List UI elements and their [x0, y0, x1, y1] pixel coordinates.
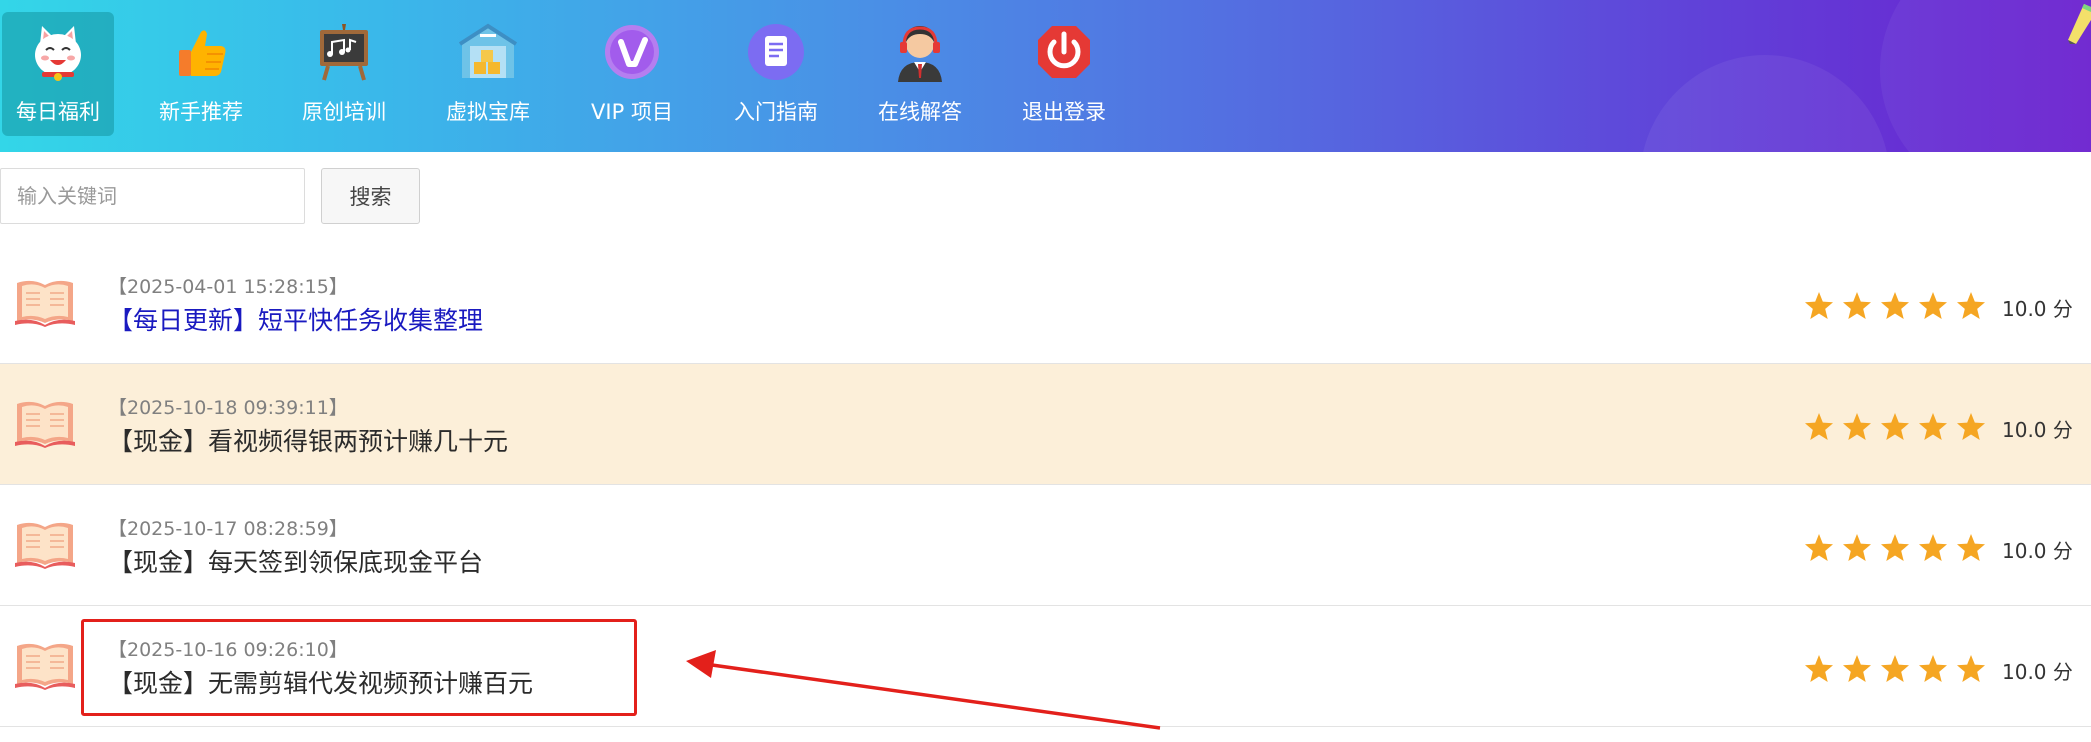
star-icon	[1881, 655, 1909, 682]
star-icon	[1843, 292, 1871, 319]
vip-icon	[605, 25, 659, 79]
star-icon	[1919, 413, 1947, 440]
list-item-title-link[interactable]: 【现金】每天签到领保底现金平台	[108, 543, 483, 579]
nav-item-label: 每日福利	[16, 100, 100, 124]
star-icon	[1843, 534, 1871, 561]
star-icon	[1957, 292, 1985, 319]
nav-item-original-training[interactable]: 原创培训	[288, 12, 400, 136]
nav-item-label: 退出登录	[1022, 100, 1106, 124]
nav-item-label: 在线解答	[878, 100, 962, 124]
list-item[interactable]: 【2025-10-17 08:28:59】【现金】每天签到领保底现金平台 10.0…	[0, 485, 2091, 606]
star-icon	[1957, 534, 1985, 561]
nav-item-label: VIP 项目	[591, 100, 673, 124]
star-icon	[1805, 534, 1833, 561]
list-item[interactable]: 【2025-04-01 15:28:15】【每日更新】短平快任务收集整理 10.0…	[0, 243, 2091, 364]
document-icon	[748, 24, 804, 80]
thumbs-up-icon	[179, 30, 226, 76]
search-button[interactable]: 搜索	[321, 168, 420, 224]
nav-item-label: 虚拟宝库	[446, 100, 530, 124]
customer-service-icon	[898, 26, 942, 82]
book-icon	[15, 522, 75, 569]
blackboard-icon	[320, 24, 368, 81]
book-icon	[15, 643, 75, 690]
background-circle-decoration	[1640, 55, 1890, 152]
nav-item-beginner-guide[interactable]: 入门指南	[720, 12, 832, 136]
nav-item-logout[interactable]: 退出登录	[1008, 12, 1120, 136]
list-item[interactable]: 【2025-10-18 09:39:11】【现金】看视频得银两预计赚几十元 10.…	[0, 364, 2091, 485]
nav-item-label: 原创培训	[302, 100, 386, 124]
star-icon	[1805, 413, 1833, 440]
star-icon	[1881, 292, 1909, 319]
rating-score: 10.0 分	[2002, 660, 2073, 684]
lucky-cat-icon	[35, 26, 81, 81]
nav-item-label: 入门指南	[734, 100, 818, 124]
star-icon	[1843, 413, 1871, 440]
rating-score: 10.0 分	[2002, 297, 2073, 321]
search-input[interactable]	[0, 168, 305, 224]
list-item-date: 【2025-04-01 15:28:15】	[108, 276, 348, 298]
rating-score: 10.0 分	[2002, 539, 2073, 563]
nav-item-daily-welfare[interactable]: 每日福利	[2, 12, 114, 136]
star-icon	[1881, 534, 1909, 561]
nav-item-virtual-treasury[interactable]: 虚拟宝库	[432, 12, 544, 136]
top-nav: 每日福利 新手推荐 原创培训 虚拟宝库 VIP 项目 入门指南 在线解答 退出登…	[0, 0, 2091, 152]
star-icon	[1957, 655, 1985, 682]
list-item-title-link[interactable]: 【现金】看视频得银两预计赚几十元	[108, 422, 508, 458]
nav-item-vip-project[interactable]: VIP 项目	[576, 12, 688, 136]
pencil-icon[interactable]	[2060, 0, 2091, 44]
list-item-date: 【2025-10-17 08:28:59】	[108, 518, 348, 540]
rating-score: 10.0 分	[2002, 418, 2073, 442]
star-icon	[1919, 292, 1947, 319]
star-icon	[1919, 655, 1947, 682]
book-icon	[15, 401, 75, 448]
star-icon	[1957, 413, 1985, 440]
nav-item-newbie-recommend[interactable]: 新手推荐	[145, 12, 257, 136]
power-icon	[1038, 26, 1090, 78]
star-icon	[1805, 655, 1833, 682]
star-icon	[1805, 292, 1833, 319]
book-icon	[15, 280, 75, 327]
annotation-highlight-box	[81, 619, 637, 716]
nav-item-online-answers[interactable]: 在线解答	[864, 12, 976, 136]
nav-item-label: 新手推荐	[159, 100, 243, 124]
list-item-date: 【2025-10-18 09:39:11】	[108, 397, 348, 419]
star-icon	[1843, 655, 1871, 682]
list-item-title-link[interactable]: 【每日更新】短平快任务收集整理	[108, 301, 483, 337]
warehouse-icon	[458, 23, 518, 78]
star-icon	[1919, 534, 1947, 561]
star-icon	[1881, 413, 1909, 440]
